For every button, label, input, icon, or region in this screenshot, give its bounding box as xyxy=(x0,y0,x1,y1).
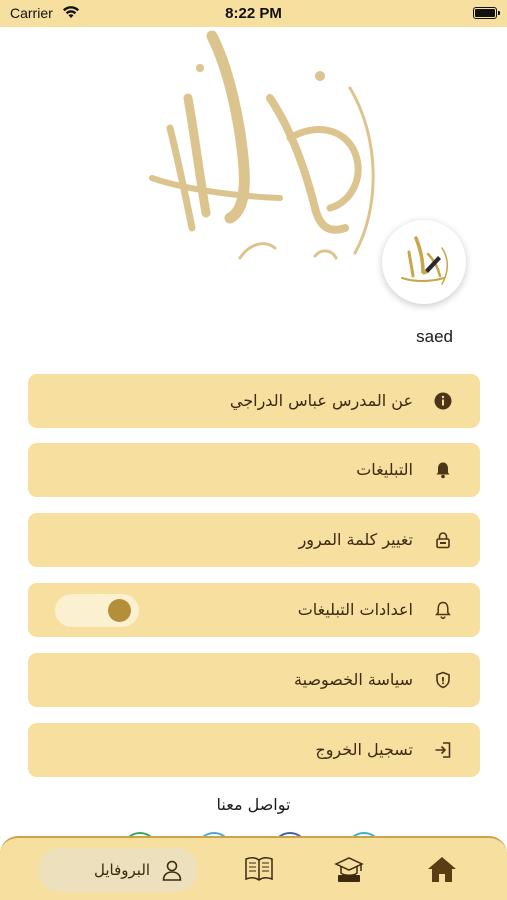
menu-item-notification-settings: اعدادات التبليغات xyxy=(28,583,480,637)
logout-icon xyxy=(435,742,451,758)
graduation-cap-icon xyxy=(334,857,364,882)
lock-icon xyxy=(436,532,450,549)
bottom-navigation-bar: البروفايل xyxy=(0,836,507,900)
home-icon xyxy=(428,857,456,882)
info-icon xyxy=(434,392,452,410)
nav-profile-tab[interactable]: البروفايل xyxy=(38,848,198,892)
bell-outline-icon xyxy=(435,601,451,619)
avatar-logo-icon xyxy=(401,236,448,285)
menu-item-label: سياسة الخصوصية xyxy=(294,670,413,689)
open-book-icon xyxy=(245,856,273,881)
bell-icon xyxy=(436,462,450,479)
nav-home-tab[interactable] xyxy=(426,854,458,884)
person-icon xyxy=(162,860,182,881)
menu-item-privacy-policy[interactable]: سياسة الخصوصية xyxy=(28,653,480,707)
nav-courses-tab[interactable] xyxy=(243,854,275,884)
nav-profile-label: البروفايل xyxy=(94,861,151,879)
menu-item-label: عن المدرس عباس الدراجي xyxy=(229,391,413,410)
battery-icon xyxy=(473,7,500,19)
avatar[interactable] xyxy=(382,220,466,304)
menu-item-notifications[interactable]: التبليغات xyxy=(28,443,480,497)
menu-item-label: تسجيل الخروج xyxy=(315,740,413,759)
menu-item-change-password[interactable]: تغيير كلمة المرور xyxy=(28,513,480,567)
menu-item-label: التبليغات xyxy=(356,460,413,479)
menu-item-about-teacher[interactable]: عن المدرس عباس الدراجي xyxy=(28,374,480,428)
toggle-knob xyxy=(108,599,131,622)
status-bar: Carrier 8:22 PM xyxy=(0,0,507,27)
menu-item-label: تغيير كلمة المرور xyxy=(298,530,413,549)
clock: 8:22 PM xyxy=(225,5,282,22)
notifications-toggle[interactable] xyxy=(55,594,139,627)
username-label: saed xyxy=(416,327,453,346)
menu-item-label: اعدادات التبليغات xyxy=(297,600,413,619)
contact-us-heading: تواصل معنا xyxy=(216,795,291,814)
shield-icon xyxy=(436,671,450,689)
calligraphy-logo-art xyxy=(149,30,375,260)
menu-item-logout[interactable]: تسجيل الخروج xyxy=(28,723,480,777)
nav-education-tab[interactable] xyxy=(333,854,365,884)
